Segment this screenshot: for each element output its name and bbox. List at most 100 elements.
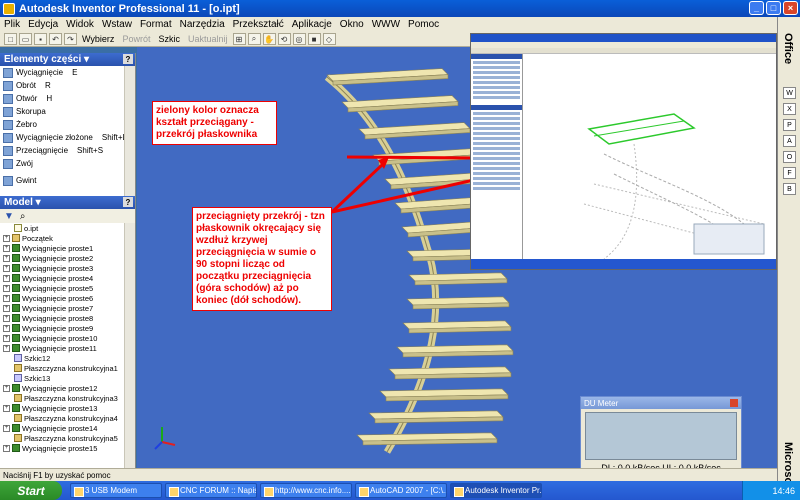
task-cnc-forum[interactable]: CNC FORUM :: Napis... <box>165 483 257 498</box>
expand-icon[interactable]: + <box>3 254 10 262</box>
task-usb-modem[interactable]: 3 USB Modem <box>70 483 162 498</box>
feature-shell[interactable]: Skorupa <box>0 105 135 118</box>
tree-item[interactable]: + Wyciągnięcie proste12 <box>0 383 135 393</box>
menu-wstaw[interactable]: Wstaw <box>102 19 132 30</box>
window-title-bar[interactable]: Autodesk Inventor Professional 11 - [o.i… <box>0 0 800 17</box>
tree-item[interactable]: + Wyciągnięcie proste10 <box>0 333 135 343</box>
feature-sweep[interactable]: Przeciągnięcie Shift+S <box>0 144 135 157</box>
feature-rib[interactable]: Żebro <box>0 118 135 131</box>
office-word-icon[interactable]: W <box>783 87 796 99</box>
minimize-icon[interactable]: _ <box>749 1 764 15</box>
help-icon[interactable]: ? <box>123 54 133 64</box>
menu-okno[interactable]: Okno <box>340 19 364 30</box>
tray-clock[interactable]: 14:46 <box>772 486 795 496</box>
expand-icon[interactable]: + <box>3 294 10 302</box>
find-icon[interactable]: ⌕ <box>20 211 26 222</box>
expand-icon[interactable]: + <box>3 344 10 352</box>
menu-aplikacje[interactable]: Aplikacje <box>292 19 332 30</box>
expand-icon[interactable]: + <box>3 384 10 392</box>
tree-item[interactable]: + Wyciągnięcie proste13 <box>0 403 135 413</box>
new-file-icon[interactable]: □ <box>4 33 17 45</box>
expand-icon[interactable]: + <box>3 284 10 292</box>
maximize-icon[interactable]: □ <box>766 1 781 15</box>
redo-icon[interactable]: ↷ <box>64 33 77 45</box>
tree-item[interactable]: + Wyciągnięcie proste15 <box>0 443 135 453</box>
feature-hole[interactable]: Otwór H <box>0 92 135 105</box>
model-tree-scrollbar[interactable] <box>124 223 135 468</box>
select-tool-button[interactable]: Wybierz <box>79 34 117 44</box>
perspective-icon[interactable]: ◇ <box>322 33 336 45</box>
office-excel-icon[interactable]: X <box>783 103 796 115</box>
expand-icon[interactable]: + <box>3 404 10 412</box>
return-button[interactable]: Powrót <box>119 34 153 44</box>
sketch-button[interactable]: Szkic <box>155 34 183 44</box>
menu-edycja[interactable]: Edycja <box>28 19 58 30</box>
office-powerpoint-icon[interactable]: P <box>783 119 796 131</box>
menu-narzedzia[interactable]: Narzędzia <box>180 19 225 30</box>
start-button[interactable]: Start <box>0 481 62 500</box>
task-browser[interactable]: http://www.cnc.info.... <box>260 483 352 498</box>
undo-icon[interactable]: ↶ <box>49 33 62 45</box>
office-publisher-icon[interactable]: B <box>783 183 796 195</box>
menu-format[interactable]: Format <box>140 19 172 30</box>
shaded-display-icon[interactable]: ■ <box>307 33 321 45</box>
tree-item[interactable]: + Wyciągnięcie proste5 <box>0 283 135 293</box>
tree-item[interactable]: + Wyciągnięcie proste7 <box>0 303 135 313</box>
feature-extrude[interactable]: Wyciągnięcie E <box>0 66 135 79</box>
feature-loft[interactable]: Wyciągnięcie złożone Shift+L <box>0 131 135 144</box>
feature-coil[interactable]: Zwój <box>0 157 135 170</box>
expand-icon[interactable]: + <box>3 244 10 252</box>
filter-icon[interactable]: ▼ <box>4 211 14 222</box>
tree-item[interactable]: Płaszczyzna konstrukcyjna4 <box>0 413 135 423</box>
tree-item[interactable]: + Wyciągnięcie proste14 <box>0 423 135 433</box>
expand-icon[interactable]: + <box>3 234 10 242</box>
expand-icon[interactable]: + <box>3 304 10 312</box>
menu-przeksztalc[interactable]: Przekształć <box>233 19 284 30</box>
features-panel-header[interactable]: Elementy części ▾ ? <box>0 53 135 66</box>
office-frontpage-icon[interactable]: F <box>783 167 796 179</box>
expand-icon[interactable]: + <box>3 334 10 342</box>
feature-revolve[interactable]: Obrót R <box>0 79 135 92</box>
menu-widok[interactable]: Widok <box>66 19 94 30</box>
rotate-icon[interactable]: ⟲ <box>277 33 291 45</box>
feature-thread[interactable]: Gwint <box>0 174 135 187</box>
tree-item[interactable]: + Wyciągnięcie proste9 <box>0 323 135 333</box>
tree-item[interactable]: + Wyciągnięcie proste1 <box>0 243 135 253</box>
task-inventor[interactable]: Autodesk Inventor Pr... <box>450 483 542 498</box>
office-outlook-icon[interactable]: O <box>783 151 796 163</box>
tree-item[interactable]: Płaszczyzna konstrukcyjna1 <box>0 363 135 373</box>
close-icon[interactable]: × <box>783 1 798 15</box>
save-icon[interactable]: ▪ <box>34 33 47 45</box>
features-scrollbar[interactable] <box>124 66 135 196</box>
office-access-icon[interactable]: A <box>783 135 796 147</box>
update-button[interactable]: Uaktualnij <box>185 34 231 44</box>
menu-pomoc[interactable]: Pomoc <box>408 19 439 30</box>
tree-item[interactable]: Płaszczyzna konstrukcyjna3 <box>0 393 135 403</box>
expand-icon[interactable]: + <box>3 314 10 322</box>
task-autocad[interactable]: AutoCAD 2007 - [C:\... <box>355 483 447 498</box>
tree-item[interactable]: + Wyciągnięcie proste3 <box>0 263 135 273</box>
tree-item[interactable]: o.ipt <box>0 223 135 233</box>
tree-item[interactable]: + Wyciągnięcie proste8 <box>0 313 135 323</box>
tree-item[interactable]: + Początek <box>0 233 135 243</box>
du-meter-window[interactable]: DU Meter DL: 0,0 kB/sec UL: 0,0 kB/sec <box>580 396 742 478</box>
menu-www[interactable]: WWW <box>372 19 400 30</box>
open-file-icon[interactable]: ▭ <box>19 33 32 45</box>
tree-item[interactable]: + Wyciągnięcie proste11 <box>0 343 135 353</box>
zoom-icon[interactable]: ⌕ <box>247 33 261 45</box>
du-meter-titlebar[interactable]: DU Meter <box>581 397 741 409</box>
expand-icon[interactable]: + <box>3 324 10 332</box>
model-panel-header[interactable]: Model ▾ ? <box>0 196 135 209</box>
tree-item[interactable]: Płaszczyzna konstrukcyjna5 <box>0 433 135 443</box>
zoom-all-icon[interactable]: ⊞ <box>232 33 246 45</box>
tree-item[interactable]: + Wyciągnięcie proste6 <box>0 293 135 303</box>
tree-item[interactable]: + Wyciągnięcie proste4 <box>0 273 135 283</box>
pan-icon[interactable]: ✋ <box>262 33 276 45</box>
expand-icon[interactable]: + <box>3 274 10 282</box>
expand-icon[interactable]: + <box>3 264 10 272</box>
expand-icon[interactable]: + <box>3 444 10 452</box>
look-at-icon[interactable]: ◎ <box>292 33 306 45</box>
du-meter-close-icon[interactable] <box>730 399 738 407</box>
tree-item[interactable]: Szkic13 <box>0 373 135 383</box>
expand-icon[interactable]: + <box>3 424 10 432</box>
